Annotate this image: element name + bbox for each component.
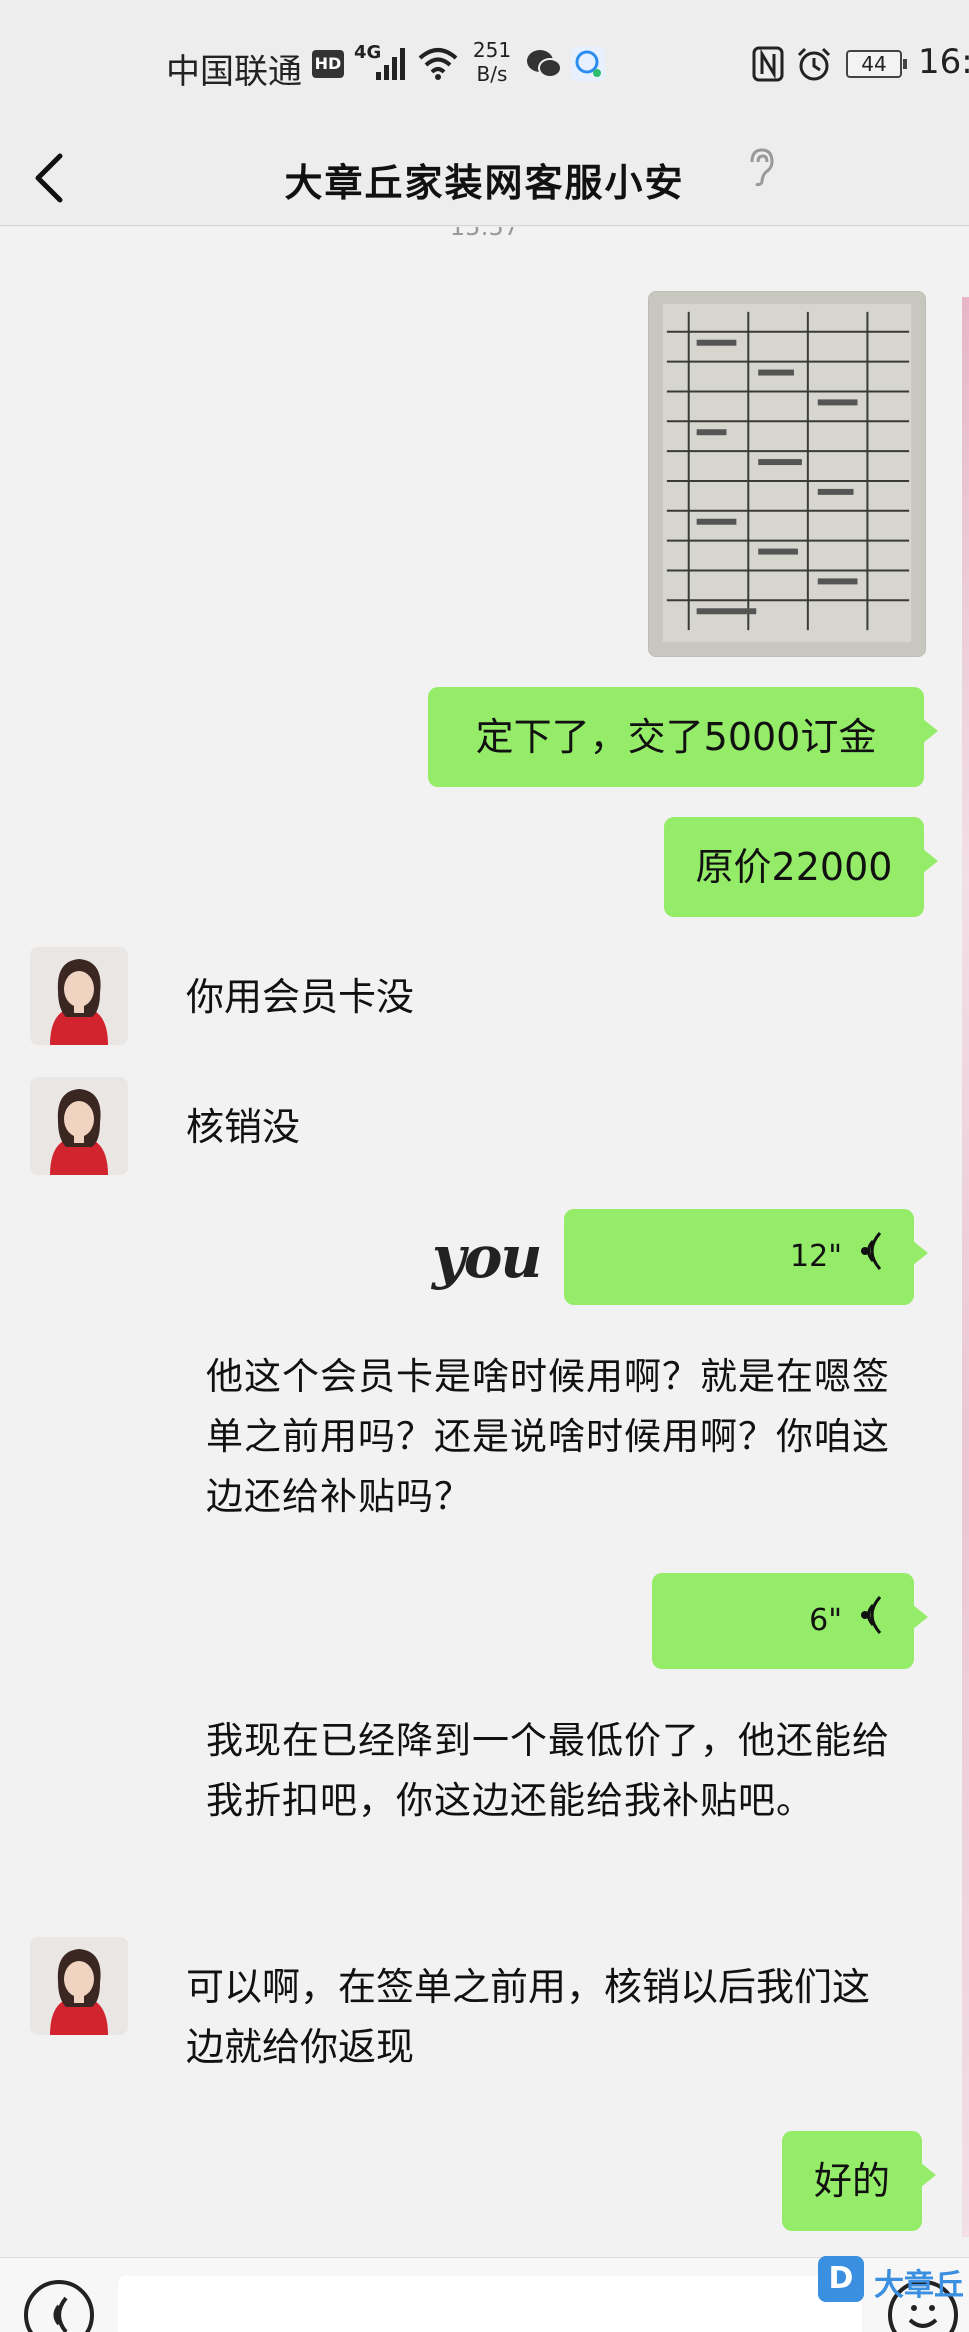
voice-duration: 6" — [809, 1603, 842, 1638]
signal-icon — [376, 48, 405, 80]
nfc-icon — [752, 46, 784, 82]
battery-icon: 44 — [846, 50, 907, 78]
voice-duration: 12" — [790, 1239, 842, 1274]
voice-wave-icon — [53, 2296, 68, 2332]
message-input[interactable] — [118, 2276, 862, 2332]
voice-input-toggle[interactable] — [24, 2280, 94, 2332]
voice-message[interactable]: 6" — [652, 1573, 928, 1669]
avatar[interactable] — [30, 1937, 128, 2035]
voice-transcript: 我现在已经降到一个最低价了，他还能给我折扣吧，你这边还能给我补贴吧。 — [206, 1719, 890, 1822]
message-in[interactable]: 你用会员卡没 — [186, 967, 414, 1027]
document-photo — [649, 292, 925, 656]
message-bubble-out[interactable]: 好的 — [782, 2131, 936, 2231]
message-bubble-out[interactable]: 定下了，交了5000订金 — [428, 687, 938, 787]
chat-header: 大章丘家装网客服小安 — [0, 130, 969, 226]
network-speed: 251 B/s — [470, 38, 514, 86]
chat-app-icon — [571, 47, 605, 81]
speed-value: 251 — [472, 38, 512, 62]
message-list[interactable]: 15:57 定下了，交了5000订金 原价22000 你用会员卡没 核销没 yo… — [0, 227, 969, 2257]
agent-avatar-image — [30, 947, 128, 1045]
agent-avatar-image — [30, 1077, 128, 1175]
message-text: 你用会员卡没 — [186, 975, 415, 1019]
message-text: 原价22000 — [695, 845, 893, 889]
watermark: D 大章丘 — [818, 2252, 968, 2308]
chat-title: 大章丘家装网客服小安 — [284, 161, 685, 205]
message-text: 可以啊，在签单之前用，核销以后我们这边就给你返现 — [186, 1965, 871, 2069]
agent-avatar-image — [30, 1937, 128, 2035]
message-text: 定下了，交了5000订金 — [475, 715, 877, 759]
message-in[interactable]: 核销没 — [186, 1097, 300, 1157]
message-text: 好的 — [813, 2159, 890, 2203]
edge-strip — [962, 297, 969, 2237]
voice-transcript: 他这个会员卡是啥时候用啊？就是在嗯签单之前用吗？还是说啥时候用啊？你咱这边还给补… — [206, 1355, 890, 1518]
status-bar: 中国联通 HD 4G 251 B/s 44 16:4 — [0, 0, 969, 130]
ear-icon — [750, 148, 774, 187]
message-text: 核销没 — [186, 1105, 301, 1149]
handwriting-overlay: you — [432, 1223, 543, 1291]
time-label: 15:57 — [449, 227, 520, 241]
wifi-icon — [418, 48, 458, 80]
avatar[interactable] — [30, 1077, 128, 1175]
alarm-icon — [797, 47, 831, 81]
image-message[interactable] — [648, 291, 926, 657]
message-in[interactable]: 可以啊，在签单之前用，核销以后我们这边就给你返现 — [186, 1957, 886, 2077]
wechat-icon — [527, 50, 562, 78]
voice-wave-icon — [861, 1232, 882, 1270]
clock: 16:4 — [918, 42, 969, 82]
carrier-name: 中国联通 — [166, 52, 302, 92]
voice-message[interactable]: 12" — [564, 1209, 928, 1305]
watermark-text: 大章丘 — [874, 2268, 964, 2303]
avatar[interactable] — [30, 947, 128, 1045]
message-bubble-out[interactable]: 原价22000 — [664, 817, 938, 917]
speed-unit: B/s — [476, 62, 508, 86]
hd-badge: HD — [312, 50, 344, 78]
voice-wave-icon — [861, 1596, 882, 1634]
watermark-logo: D — [818, 2256, 864, 2302]
